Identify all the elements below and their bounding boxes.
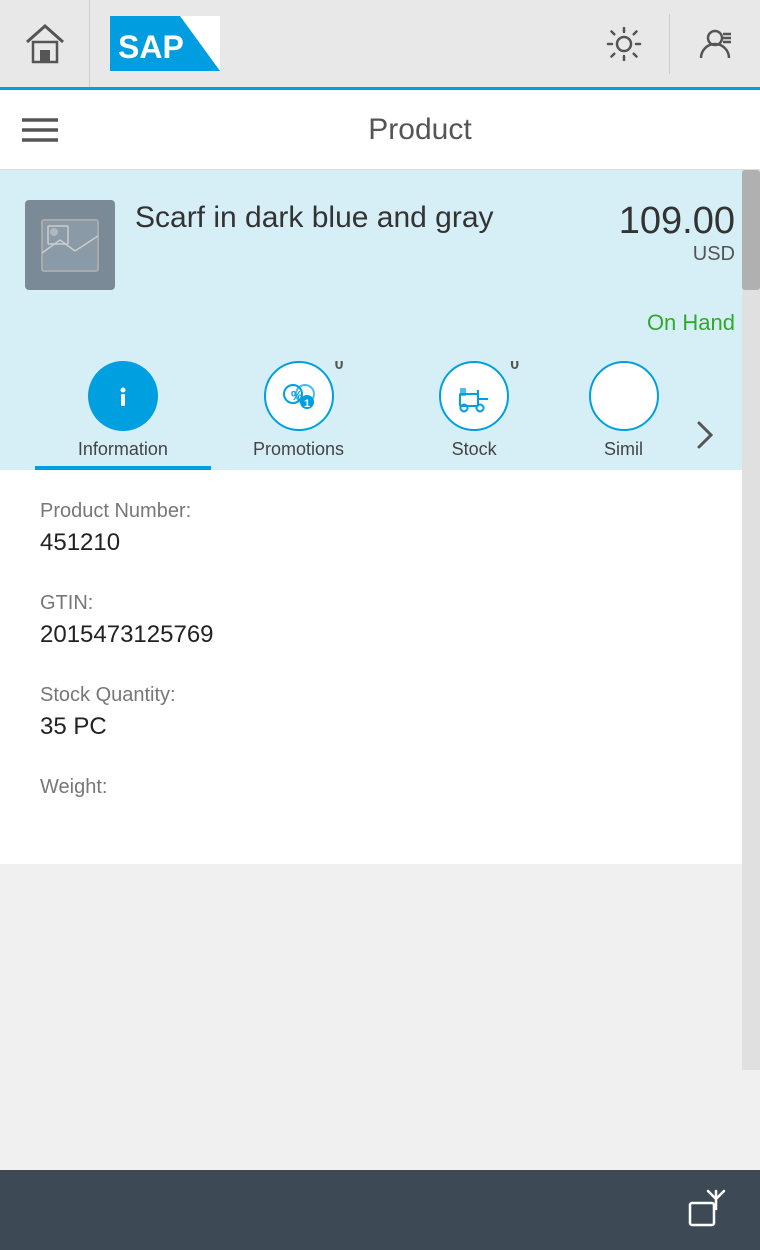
promotions-badge: 0 (335, 361, 344, 374)
share-icon (686, 1187, 730, 1231)
field-product-number-label: Product Number: (40, 500, 720, 523)
top-bar-actions (579, 0, 760, 87)
on-hand-row: On Hand (25, 310, 735, 361)
field-weight-label: Weight: (40, 776, 720, 799)
gear-icon (604, 24, 644, 64)
tab-information-label: Information (78, 439, 168, 460)
product-info-row: Scarf in dark blue and gray 109.00 USD (25, 200, 735, 290)
field-weight: Weight: (40, 776, 720, 799)
field-gtin-value: 2015473125769 (40, 621, 720, 649)
product-currency: USD (619, 243, 735, 266)
tab-active-indicator (35, 466, 211, 470)
stock-icon (439, 361, 509, 431)
tab-stock-label: Stock (452, 439, 497, 460)
tab-promotions-icon-wrap: % 1 0 (264, 361, 334, 431)
product-price-block: 109.00 USD (619, 200, 735, 266)
sap-logo-svg: SAP (110, 16, 220, 71)
field-stock-quantity-value: 35 PC (40, 713, 720, 741)
svg-text:1: 1 (304, 398, 310, 410)
product-name: Scarf in dark blue and gray (135, 200, 609, 236)
top-bar: SAP (0, 0, 760, 90)
on-hand-label: On Hand (647, 310, 735, 335)
similar-icon (589, 361, 659, 431)
field-stock-quantity: Stock Quantity: 35 PC (40, 684, 720, 741)
field-product-number: Product Number: 451210 (40, 500, 720, 557)
content-area: Product Number: 451210 GTIN: 20154731257… (0, 470, 760, 864)
promotions-svg: % 1 (277, 374, 321, 418)
tab-info-icon-wrap (88, 361, 158, 431)
stock-svg (452, 374, 496, 418)
tab-stock-icon-wrap: 0 (439, 361, 509, 431)
settings-button[interactable] (579, 0, 669, 87)
product-area: Scarf in dark blue and gray 109.00 USD O… (0, 170, 760, 470)
tab-information[interactable]: Information (35, 361, 211, 470)
info-circle-icon (88, 361, 158, 431)
tab-similar-icon-wrap (589, 361, 659, 431)
field-gtin: GTIN: 2015473125769 (40, 592, 720, 649)
field-gtin-label: GTIN: (40, 592, 720, 615)
share-button[interactable] (686, 1187, 730, 1234)
page-header: Product (0, 90, 760, 170)
home-icon (21, 20, 69, 68)
user-menu-button[interactable] (670, 0, 760, 87)
tab-similar-label: Simil (604, 439, 643, 460)
product-image (25, 200, 115, 290)
bottom-bar (0, 1170, 760, 1250)
info-icon (105, 378, 141, 414)
user-icon (695, 24, 735, 64)
field-product-number-value: 451210 (40, 529, 720, 557)
tab-stock[interactable]: 0 Stock (386, 361, 562, 470)
tab-promotions-label: Promotions (253, 439, 344, 460)
chevron-right-icon (693, 415, 717, 455)
scroll-track[interactable] (742, 170, 760, 1070)
tabs-row: Information % 1 0 Promotions (25, 361, 735, 470)
tab-promotions[interactable]: % 1 0 Promotions (211, 361, 387, 470)
product-image-placeholder (40, 218, 100, 273)
field-stock-quantity-label: Stock Quantity: (40, 684, 720, 707)
hamburger-button[interactable] (0, 90, 80, 169)
product-price: 109.00 (619, 200, 735, 243)
stock-badge: 0 (510, 361, 519, 374)
tab-similar[interactable]: Simil (562, 361, 685, 470)
page-title: Product (80, 113, 760, 147)
sap-logo: SAP (90, 16, 240, 71)
hamburger-icon (22, 116, 58, 144)
scroll-thumb[interactable] (742, 170, 760, 290)
promotions-icon: % 1 (264, 361, 334, 431)
home-button[interactable] (0, 0, 90, 87)
svg-text:SAP: SAP (118, 29, 184, 65)
tabs-chevron-button[interactable] (685, 400, 725, 470)
